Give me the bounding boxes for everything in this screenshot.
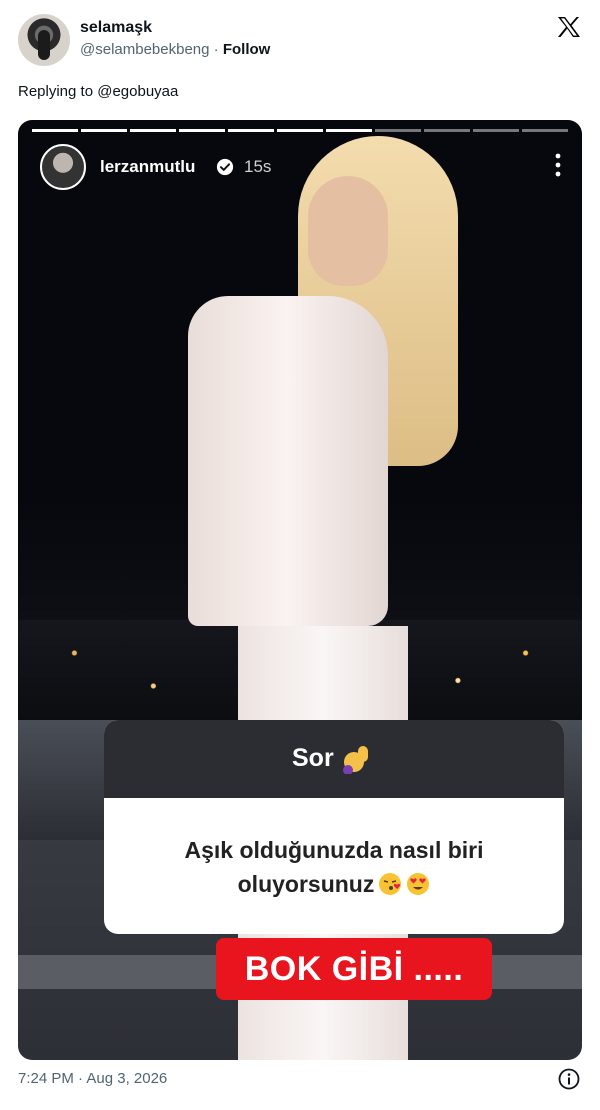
replying-to-line: Replying to @egobuyaa [18,83,178,100]
verified-icon [216,158,234,176]
tweet-header: selamaşk @selambebekbeng · Follow [0,0,600,80]
replying-to-mention[interactable]: @egobuyaa [97,83,178,100]
progress-segment [81,129,127,132]
avatar[interactable] [18,14,70,66]
question-sticker-header: Sor [104,720,564,798]
progress-segment [375,129,421,132]
question-sticker: Sor Aşık olduğunuzda nasıl biri oluyorsu… [104,720,564,934]
question-text: Aşık olduğunuzda nasıl biri oluyorsunuz [124,833,544,901]
raised-hand-icon [343,746,368,774]
progress-segment [522,129,568,132]
white-jacket [188,296,388,626]
story-screenshot-image[interactable]: lerzanmutlu 15s Sor Aşık olduğunuzda nas… [18,120,582,1060]
progress-segment [424,129,470,132]
info-icon[interactable] [558,1068,580,1090]
progress-segment [473,129,519,132]
progress-segment [277,129,323,132]
story-progress-bar [32,129,568,132]
follow-button[interactable]: Follow [223,41,271,58]
progress-segment [32,129,78,132]
story-avatar[interactable] [40,144,86,190]
question-text-label: Aşık olduğunuzda nasıl biri oluyorsunuz [184,837,484,897]
separator: · [209,41,223,58]
story-time-ago: 15s [244,157,272,176]
handle[interactable]: @selambebekbeng [80,41,209,58]
answer-label: BOK GİBİ ..... [216,938,492,1000]
progress-segment [130,129,176,132]
progress-segment [326,129,372,132]
story-username[interactable]: lerzanmutlu [100,157,195,177]
replying-prefix: Replying to [18,83,98,100]
heart-eyes-icon [407,873,430,895]
kiss-face-icon [379,873,402,895]
more-vertical-icon[interactable] [550,150,566,180]
tweet-timestamp[interactable]: 7:24 PM · Aug 3, 2026 [18,1070,167,1087]
handle-line: @selambebekbeng · Follow [80,41,270,58]
progress-segment [228,129,274,132]
question-sticker-title: Sor [292,744,334,772]
display-name[interactable]: selamaşk [80,19,152,37]
x-logo-icon[interactable] [556,16,582,38]
progress-segment [179,129,225,132]
face [308,176,388,286]
